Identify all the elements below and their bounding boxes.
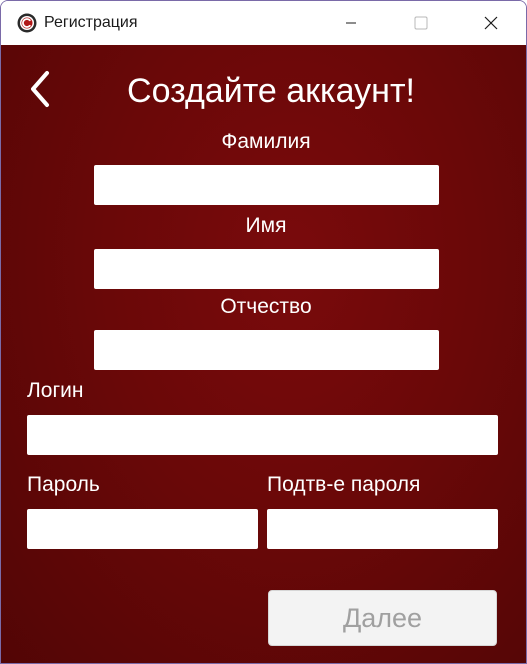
login-field[interactable] (27, 415, 498, 455)
minimize-icon (346, 22, 356, 24)
surname-label: Фамилия (221, 130, 311, 153)
maximize-button[interactable] (386, 1, 456, 45)
patronymic-field[interactable] (94, 330, 439, 370)
registration-form: Создайте аккаунт! Фамилия Имя Отчество Л… (1, 45, 526, 663)
close-button[interactable] (456, 1, 526, 45)
minimize-button[interactable] (316, 1, 386, 45)
patronymic-label: Отчество (220, 295, 312, 318)
confirm-password-field[interactable] (267, 509, 498, 549)
password-field[interactable] (27, 509, 258, 549)
confirm-password-label: Подтв-е пароля (267, 473, 421, 496)
chevron-left-icon (31, 71, 49, 107)
registration-window: Регистрация Создайте аккаунт! Фамилия Им… (0, 0, 527, 664)
close-icon (484, 16, 498, 30)
window-title: Регистрация (44, 14, 138, 31)
name-label: Имя (245, 214, 287, 237)
name-field[interactable] (94, 249, 439, 289)
login-label: Логин (27, 379, 84, 402)
back-button[interactable] (23, 67, 59, 111)
page-title: Создайте аккаунт! (127, 72, 415, 110)
app-logo-icon (17, 13, 37, 33)
next-button[interactable]: Далее (268, 590, 497, 646)
maximize-icon (414, 16, 428, 30)
surname-field[interactable] (94, 165, 439, 205)
password-label: Пароль (27, 473, 100, 496)
title-bar[interactable]: Регистрация (1, 1, 526, 45)
